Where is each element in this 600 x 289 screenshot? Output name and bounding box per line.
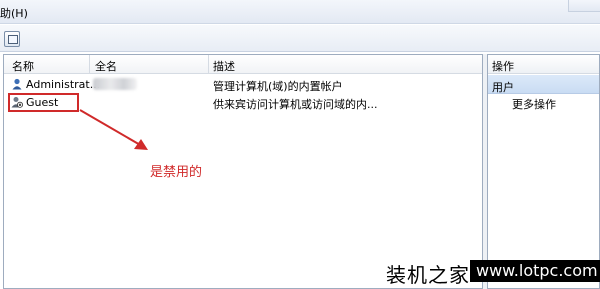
annotation-label: 是禁用的 [150,165,203,180]
actions-title: 操作 [492,60,514,73]
column-header-bar [4,55,482,74]
window-view-icon[interactable] [4,31,20,47]
menu-help[interactable]: 助(H) [0,5,28,21]
window-control-button[interactable] [568,0,600,12]
guest-highlight-box [8,93,79,112]
user-row-description: 管理计算机(域)的内置帐户 [213,80,343,93]
annotation-arrow-icon [79,109,148,150]
column-divider[interactable] [89,55,90,74]
column-header-name[interactable]: 名称 [12,58,34,74]
menu-bar [0,0,600,24]
column-divider[interactable] [208,55,209,74]
more-actions-link[interactable]: 更多操作 [512,96,556,112]
admin-user-icon [12,78,22,90]
watermark-url: www.lotpc.com [470,260,600,282]
watermark-text: 装机之家 [386,263,470,287]
actions-section-users-label: 用户 [492,81,514,94]
column-header-full-name[interactable]: 全名 [95,58,117,74]
user-row-name[interactable]: Administrat... [26,78,100,91]
user-row-description: 供来宾访问计算机或访问域的内... [213,98,378,111]
toolbar [0,25,600,52]
column-header-description[interactable]: 描述 [213,58,235,74]
redacted-full-name [93,78,137,90]
